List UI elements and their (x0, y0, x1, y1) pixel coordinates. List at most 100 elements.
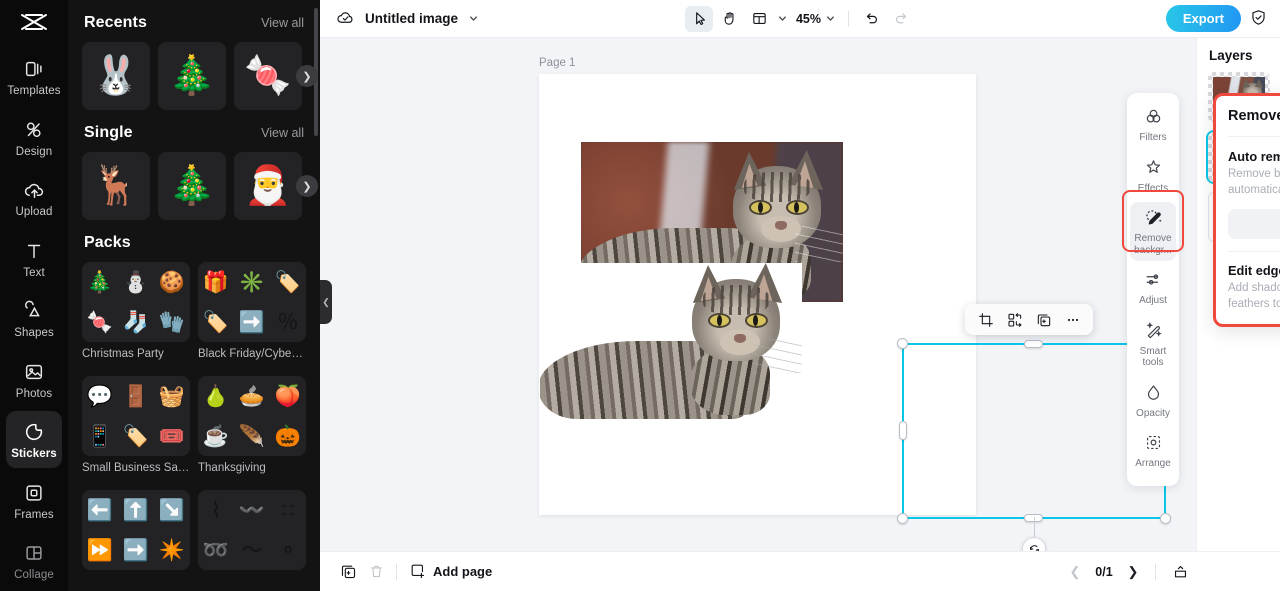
sticker-cell[interactable]: 🎄 (158, 42, 226, 110)
cutout-pupil-left (717, 315, 722, 326)
collage-icon (22, 541, 46, 565)
pack-sticker: 🧤 (158, 310, 186, 334)
sticker-cell[interactable]: 🎅 (234, 152, 302, 220)
resize-handle-top[interactable] (1024, 340, 1043, 348)
resize-handle-top-left[interactable] (897, 338, 908, 349)
document-title[interactable]: Untitled image (365, 11, 458, 26)
shield-check-icon[interactable] (1249, 8, 1268, 30)
zoom-control[interactable]: 45% (792, 12, 840, 26)
pack-thumbnail[interactable]: 💬 🚪 🧺 📱 🏷️ 🎟️ (82, 376, 190, 456)
replace-image-button[interactable] (1002, 307, 1027, 332)
packs-grid: 🎄 ⛄ 🍪 🍬 🧦 🧤 Christmas Party 🎁 ✳️ 🏷️ 🏷️ ➡… (82, 262, 306, 574)
export-button[interactable]: Export (1165, 5, 1241, 32)
edit-edge-row[interactable]: Edit edge Add shadows, strokes, glow, an… (1228, 252, 1280, 324)
select-tool-button[interactable] (684, 5, 713, 32)
sidebar-item-upload[interactable]: Upload (6, 169, 62, 226)
pack-item[interactable]: ⌇ 〰️ ∷ ➿ 〜 ⚬ (198, 490, 306, 570)
sticker-cell[interactable]: 🎄 (158, 152, 226, 220)
next-page-button[interactable]: ❯ (1121, 560, 1145, 584)
auto-removal-section: Auto removal Remove backgrounds automati… (1228, 137, 1280, 251)
single-next-button[interactable]: ❯ (296, 175, 318, 197)
duplicate-page-button[interactable] (334, 559, 362, 585)
sidebar-item-label: Design (15, 145, 53, 158)
sidebar-item-collage[interactable]: Collage (6, 532, 62, 589)
sticker-cell[interactable]: 🍬 (234, 42, 302, 110)
cat-nose (775, 221, 787, 230)
chevron-down-icon[interactable] (775, 13, 790, 24)
tool-smart-tools[interactable]: Smart tools (1130, 315, 1176, 374)
tool-adjust[interactable]: Adjust (1130, 264, 1176, 312)
more-options-button[interactable] (1060, 307, 1085, 332)
left-rail: Templates Design Upload Text Shapes Phot… (0, 0, 68, 591)
pack-thumbnail[interactable]: ⌇ 〰️ ∷ ➿ 〜 ⚬ (198, 490, 306, 570)
tool-label: Adjust (1139, 295, 1167, 306)
sidebar-item-label: Shapes (14, 327, 54, 339)
cat-pupil-right (794, 202, 799, 213)
cloud-saved-icon[interactable] (336, 8, 355, 30)
present-button[interactable] (1166, 559, 1194, 585)
recents-header: Recents View all (82, 0, 306, 42)
view-all-recents[interactable]: View all (261, 16, 304, 30)
customize-button[interactable]: Customize (1228, 209, 1280, 240)
tool-filters[interactable]: Filters (1130, 101, 1176, 149)
pack-sticker: ∷ (281, 498, 295, 522)
pack-sticker: ⏩ (86, 538, 114, 562)
redo-button[interactable] (887, 6, 915, 32)
hand-tool-button[interactable] (715, 6, 743, 32)
stickers-icon (22, 420, 46, 444)
pack-sticker: 🏷️ (122, 424, 150, 448)
chevron-down-icon[interactable] (468, 13, 479, 24)
sidebar-item-design[interactable]: Design (6, 109, 62, 166)
pack-thumbnail[interactable]: 🎁 ✳️ 🏷️ 🏷️ ➡️ ％ (198, 262, 306, 342)
add-page-button[interactable]: Add page (403, 562, 498, 582)
pack-item[interactable]: 🎄 ⛄ 🍪 🍬 🧦 🧤 Christmas Party (82, 262, 190, 368)
stickers-scroll-area[interactable]: Recents View all 🐰 🎄 🍬 ❯ Single View all… (68, 0, 320, 591)
resize-handle-bottom-right[interactable] (1160, 513, 1171, 524)
sidebar-item-frames[interactable]: Frames (6, 472, 62, 529)
tool-arrange[interactable]: Arrange (1130, 427, 1176, 475)
canvas-area[interactable]: Page 1 Filters Effects Remove backgr... … (320, 38, 1280, 551)
capcut-logo[interactable] (17, 10, 51, 36)
topbar-center-tools: 45% (684, 5, 915, 32)
auto-removal-row: Auto removal Remove backgrounds automati… (1228, 149, 1280, 198)
image-cutout-cat[interactable] (540, 263, 802, 423)
cat-pupil-left (758, 202, 763, 213)
pack-item[interactable]: 💬 🚪 🧺 📱 🏷️ 🎟️ Small Business Saturd... (82, 376, 190, 482)
sidebar-item-text[interactable]: Text (6, 230, 62, 287)
pack-thumbnail[interactable]: 🎄 ⛄ 🍪 🍬 🧦 🧤 (82, 262, 190, 342)
pack-thumbnail[interactable]: ⬅️ ⬆️ ↘️ ⏩ ➡️ ✴️ (82, 490, 190, 570)
view-all-single[interactable]: View all (261, 126, 304, 140)
sidebar-item-photos[interactable]: Photos (6, 351, 62, 408)
pack-sticker: 💬 (86, 384, 114, 408)
rotate-handle[interactable] (1022, 537, 1046, 551)
resize-handle-bottom-left[interactable] (897, 513, 908, 524)
pack-item[interactable]: 🍐 🥧 🍑 ☕ 🪶 🎃 Thanksgiving (198, 376, 306, 482)
duplicate-button[interactable] (1031, 307, 1056, 332)
recents-next-button[interactable]: ❯ (296, 65, 318, 87)
resize-handle-left[interactable] (899, 421, 907, 440)
pack-item[interactable]: ⬅️ ⬆️ ↘️ ⏩ ➡️ ✴️ (82, 490, 190, 570)
sidebar-item-shapes[interactable]: Shapes (6, 290, 62, 347)
sidebar-item-stickers[interactable]: Stickers (6, 411, 62, 468)
sidebar-item-label: Frames (14, 508, 54, 521)
tool-opacity[interactable]: Opacity (1130, 377, 1176, 425)
pack-thumbnail[interactable]: 🍐 🥧 🍑 ☕ 🪶 🎃 (198, 376, 306, 456)
tool-remove-background[interactable]: Remove backgr... (1130, 202, 1176, 261)
delete-page-button[interactable] (362, 559, 390, 585)
top-toolbar: Untitled image 45% Export (320, 0, 1280, 38)
tool-label: Opacity (1136, 407, 1170, 419)
tool-effects[interactable]: Effects (1130, 152, 1176, 200)
pack-item[interactable]: 🎁 ✳️ 🏷️ 🏷️ ➡️ ％ Black Friday/Cyber M... (198, 262, 306, 368)
layout-tool-button[interactable] (745, 6, 773, 32)
sidebar-item-label: Photos (15, 387, 53, 400)
sticker-cell[interactable]: 🦌 (82, 152, 150, 220)
sticker-cell[interactable]: 🐰 (82, 42, 150, 110)
sidebar-item-templates[interactable]: Templates (6, 48, 62, 105)
pack-name: Christmas Party (82, 348, 164, 360)
crop-button[interactable] (973, 307, 998, 332)
section-title: Recents (84, 14, 147, 31)
prev-page-button[interactable]: ❮ (1063, 560, 1087, 584)
undo-button[interactable] (857, 6, 885, 32)
panel-collapse-handle[interactable]: ❮ (320, 280, 332, 324)
popup-header: Remove background (1228, 96, 1280, 136)
